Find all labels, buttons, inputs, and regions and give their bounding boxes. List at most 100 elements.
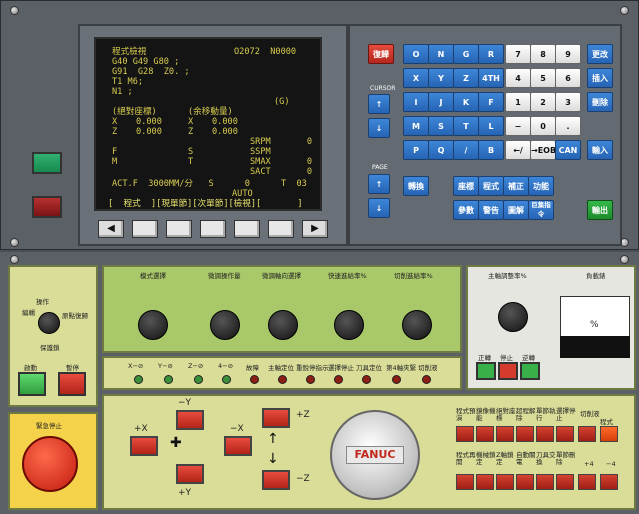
spindle-override-knob[interactable] — [498, 302, 528, 332]
mode-select-knob[interactable] — [138, 310, 168, 340]
key-slash[interactable]: / — [453, 140, 479, 160]
mirror-button[interactable] — [476, 426, 494, 442]
feed-hold-button[interactable] — [58, 372, 86, 396]
key-3[interactable]: 3 — [555, 92, 581, 112]
overtravel-button[interactable] — [516, 426, 534, 442]
program-button[interactable] — [600, 426, 618, 442]
insert-key[interactable]: 插入 — [587, 68, 613, 88]
key-4th[interactable]: 4TH — [478, 68, 504, 88]
func-key[interactable]: 功能 — [528, 176, 554, 196]
key-n[interactable]: N — [428, 44, 454, 64]
key-9[interactable]: 9 — [555, 44, 581, 64]
z-lock-button[interactable] — [496, 474, 514, 490]
key-j[interactable]: J — [428, 92, 454, 112]
jog-minus-z-button[interactable] — [262, 470, 290, 490]
auto-off-button[interactable] — [516, 474, 534, 490]
machine-lock-button[interactable] — [476, 474, 494, 490]
cancel-key[interactable]: CAN — [555, 140, 581, 160]
jog-minus-x-button[interactable] — [224, 436, 252, 456]
key-g[interactable]: G — [453, 44, 479, 64]
key-l[interactable]: L — [478, 116, 504, 136]
axis-select-knob[interactable] — [268, 310, 298, 340]
jog-plus-y-button[interactable] — [176, 464, 204, 484]
key-y[interactable]: Y — [428, 68, 454, 88]
restart-button[interactable] — [456, 474, 474, 490]
key-q[interactable]: Q — [428, 140, 454, 160]
param-key[interactable]: 參數 — [453, 200, 479, 220]
key-b[interactable]: B — [478, 140, 504, 160]
key-2[interactable]: 2 — [530, 92, 556, 112]
offset-key[interactable]: 補正 — [503, 176, 529, 196]
softkey-2[interactable] — [166, 220, 192, 238]
dry-run-button[interactable] — [456, 426, 474, 442]
key-o[interactable]: O — [403, 44, 429, 64]
coolant-button[interactable] — [578, 426, 596, 442]
delete-key[interactable]: 刪除 — [587, 92, 613, 112]
key-x[interactable]: X — [403, 68, 429, 88]
protect-key-switch[interactable] — [38, 312, 60, 334]
power-on-button[interactable] — [32, 152, 62, 174]
key-8[interactable]: 8 — [530, 44, 556, 64]
step-knob[interactable] — [210, 310, 240, 340]
input-key[interactable]: 輸入 — [587, 140, 613, 160]
page-up-key[interactable]: ↑ — [368, 174, 390, 194]
rapid-override-knob[interactable] — [334, 310, 364, 340]
jog-minus-4-button[interactable] — [600, 474, 618, 490]
jog-plus-z-button[interactable] — [262, 408, 290, 428]
cursor-down-key[interactable]: ↓ — [368, 118, 390, 138]
prog-key[interactable]: 程式 — [478, 176, 504, 196]
graph-key[interactable]: 圖解 — [503, 200, 529, 220]
alter-key[interactable]: 更改 — [587, 44, 613, 64]
key-z[interactable]: Z — [453, 68, 479, 88]
spindle-stop-button[interactable] — [498, 362, 518, 380]
softkey-prev[interactable]: ◀ — [98, 220, 124, 238]
x-value: 0.000 — [136, 117, 162, 127]
key-back[interactable]: ←/ — [505, 140, 531, 160]
output-key[interactable]: 輸出 — [587, 200, 613, 220]
single-block-button[interactable] — [536, 426, 554, 442]
key-s[interactable]: S — [428, 116, 454, 136]
softkey-5[interactable] — [268, 220, 294, 238]
alarm-key[interactable]: 警告 — [478, 200, 504, 220]
key-1[interactable]: 1 — [505, 92, 531, 112]
spindle-fwd-button[interactable] — [476, 362, 496, 380]
spindle-stop-label: 停止 — [500, 354, 513, 362]
softkey-1[interactable] — [132, 220, 158, 238]
key-t[interactable]: T — [453, 116, 479, 136]
power-off-button[interactable] — [32, 196, 62, 218]
spindle-rev-button[interactable] — [520, 362, 540, 380]
abs-button[interactable] — [496, 426, 514, 442]
jog-plus-4-button[interactable] — [578, 474, 596, 490]
key-i[interactable]: I — [403, 92, 429, 112]
jog-plus-x-button[interactable] — [130, 436, 158, 456]
cycle-start-button[interactable] — [18, 372, 46, 396]
key-k[interactable]: K — [453, 92, 479, 112]
softkey-4[interactable] — [234, 220, 260, 238]
softkey-next[interactable]: ▶ — [302, 220, 328, 238]
key-4[interactable]: 4 — [505, 68, 531, 88]
emergency-stop-button[interactable] — [22, 436, 78, 492]
key-eob[interactable]: →EOB — [530, 140, 556, 160]
opt-stop-button[interactable] — [556, 426, 574, 442]
key-m[interactable]: M — [403, 116, 429, 136]
cursor-up-key[interactable]: ↑ — [368, 94, 390, 114]
block-delete-button[interactable] — [556, 474, 574, 490]
key-5[interactable]: 5 — [530, 68, 556, 88]
convert-key[interactable]: 轉換 — [403, 176, 429, 196]
feed-override-knob[interactable] — [402, 310, 432, 340]
key-f[interactable]: F — [478, 92, 504, 112]
macro-key[interactable]: 巨集指令 — [528, 200, 554, 220]
key-minus[interactable]: − — [505, 116, 531, 136]
key-7[interactable]: 7 — [505, 44, 531, 64]
reset-key[interactable]: 復歸 — [368, 44, 394, 64]
page-down-key[interactable]: ↓ — [368, 198, 390, 218]
tool-change-button[interactable] — [536, 474, 554, 490]
key-6[interactable]: 6 — [555, 68, 581, 88]
key-0[interactable]: 0 — [530, 116, 556, 136]
key-dot[interactable]: . — [555, 116, 581, 136]
pos-key[interactable]: 座標 — [453, 176, 479, 196]
key-r[interactable]: R — [478, 44, 504, 64]
softkey-3[interactable] — [200, 220, 226, 238]
key-p[interactable]: P — [403, 140, 429, 160]
jog-minus-y-button[interactable] — [176, 410, 204, 430]
